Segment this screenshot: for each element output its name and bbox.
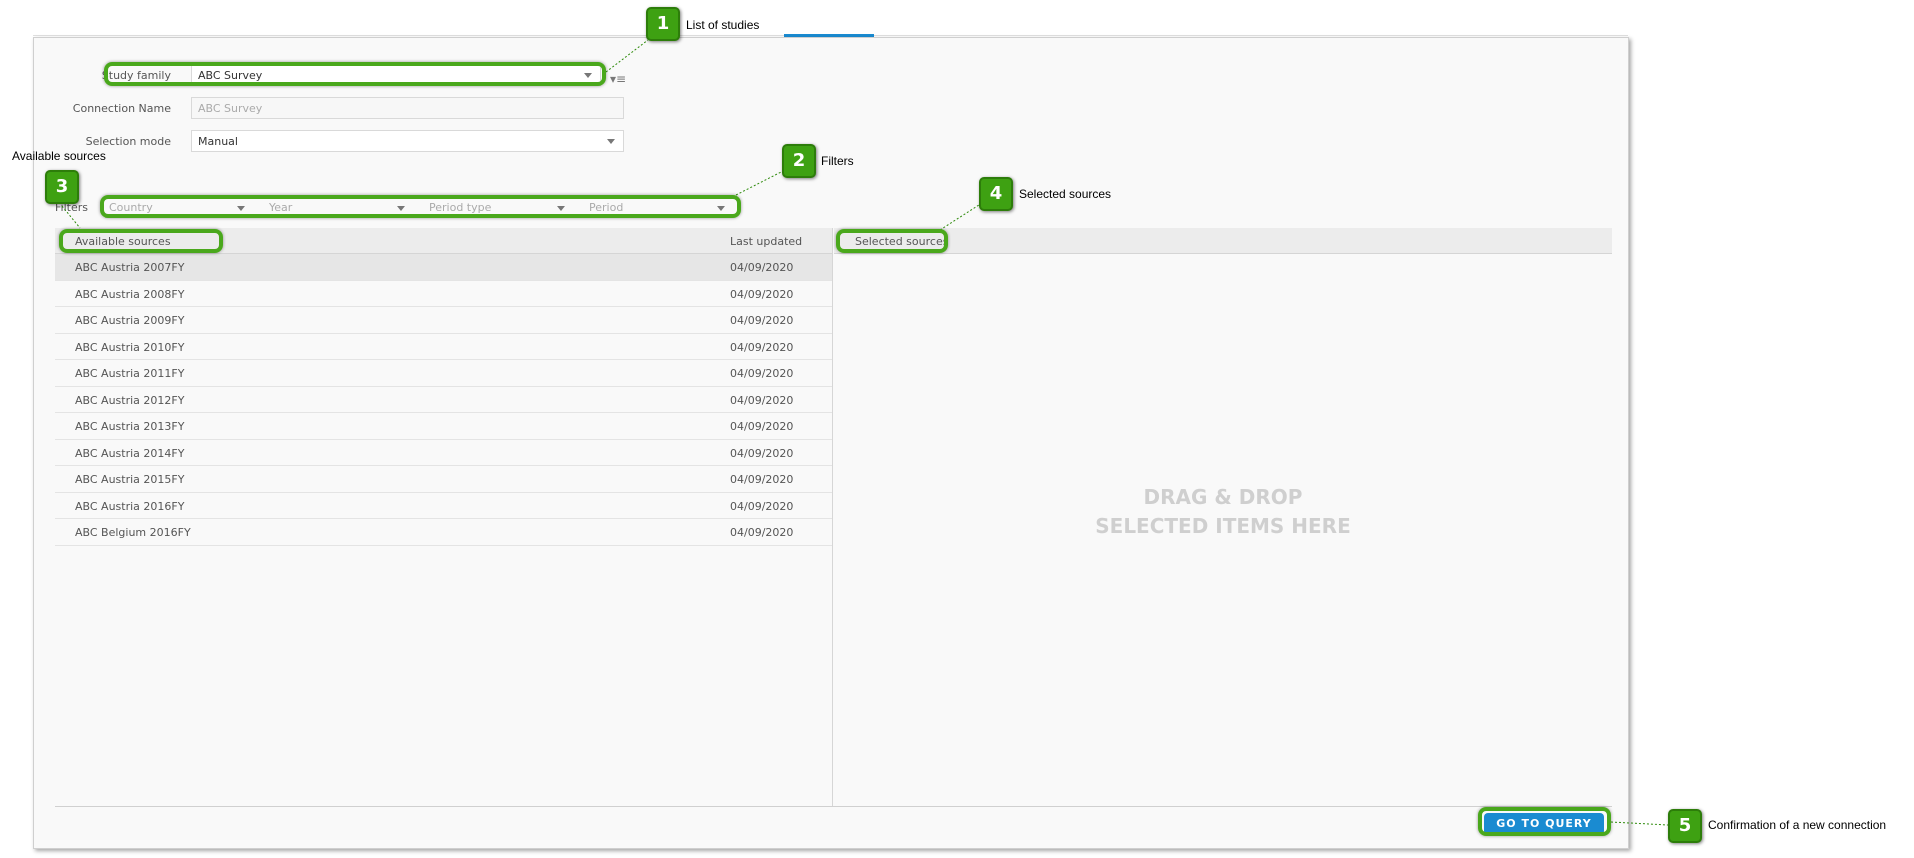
callout-text-3: Available sources <box>12 149 106 163</box>
table-row[interactable]: ABC Austria 2010FY 04/09/2020 <box>55 334 832 360</box>
last-updated-date: 04/09/2020 <box>730 287 794 301</box>
source-name: ABC Austria 2011FY <box>75 367 185 380</box>
source-name: ABC Belgium 2016FY <box>75 526 191 539</box>
source-name: ABC Austria 2010FY <box>75 340 185 354</box>
selection-mode-label: Selection mode <box>85 135 171 148</box>
source-name: ABC Austria 2008FY <box>75 287 185 301</box>
highlight-available-sources <box>59 229 223 253</box>
connection-name-input[interactable]: ABC Survey <box>191 97 624 119</box>
last-updated-date: 04/09/2020 <box>730 420 794 433</box>
highlight-filters <box>100 195 741 218</box>
selection-mode-select[interactable]: Manual <box>191 130 624 152</box>
table-row[interactable]: ABC Austria 2014FY 04/09/2020 <box>55 440 832 466</box>
chevron-down-icon <box>607 139 615 144</box>
drop-hint-line1: DRAG & DROP <box>1143 485 1303 509</box>
last-updated-date: 04/09/2020 <box>730 393 794 407</box>
table-row[interactable]: ABC Austria 2016FY 04/09/2020 <box>55 493 832 519</box>
highlight-go-to-query <box>1478 807 1611 836</box>
source-name: ABC Austria 2016FY <box>75 499 185 513</box>
source-name: ABC Austria 2009FY <box>75 314 185 327</box>
selected-sources-header: Selected sources <box>834 228 1612 254</box>
callout-text-5: Confirmation of a new connection <box>1708 818 1887 832</box>
table-row[interactable]: ABC Austria 2008FY 04/09/2020 <box>55 281 832 307</box>
available-sources-rows: ABC Austria 2007FY 04/09/2020 ABC Austria … <box>55 254 832 546</box>
source-name: ABC Austria 2007FY <box>75 261 185 274</box>
last-updated-date: 04/09/2020 <box>730 340 794 354</box>
last-updated-column-header[interactable]: Last updated <box>730 235 802 248</box>
last-updated-date: 04/09/2020 <box>730 473 794 486</box>
source-name: ABC Austria 2012FY <box>75 393 185 407</box>
last-updated-date: 04/09/2020 <box>730 446 794 460</box>
table-row[interactable]: ABC Austria 2013FY 04/09/2020 <box>55 413 832 440</box>
callout-badge-1: 1 <box>646 7 680 41</box>
last-updated-date: 04/09/2020 <box>730 314 794 327</box>
drop-zone-hint: DRAG & DROP SELECTED ITEMS HERE <box>834 483 1612 541</box>
callout-text-2: Filters <box>821 154 854 168</box>
available-sources-grid: Available sources Last updated ABC Austr… <box>55 228 833 806</box>
last-updated-date: 04/09/2020 <box>730 367 794 380</box>
table-row[interactable]: ABC Belgium 2016FY 04/09/2020 <box>55 519 832 546</box>
highlight-study-family <box>104 62 606 86</box>
connection-name-placeholder: ABC Survey <box>198 102 263 115</box>
callout-text-4: Selected sources <box>1019 187 1112 201</box>
highlight-selected-sources <box>836 229 948 253</box>
callout-badge-5: 5 <box>1668 809 1702 843</box>
footer-divider <box>55 806 1612 807</box>
source-name: ABC Austria 2013FY <box>75 420 185 433</box>
selected-sources-grid[interactable]: Selected sources DRAG & DROP SELECTED IT… <box>834 228 1612 806</box>
table-row[interactable]: ABC Austria 2012FY 04/09/2020 <box>55 387 832 413</box>
callout-badge-3: 3 <box>45 170 79 204</box>
last-updated-date: 04/09/2020 <box>730 526 794 539</box>
selection-mode-value: Manual <box>198 135 238 148</box>
last-updated-date: 04/09/2020 <box>730 261 794 274</box>
callout-text-1: List of studies <box>686 18 760 32</box>
connection-name-label: Connection Name <box>72 102 171 115</box>
list-menu-icon[interactable]: ▾≡ <box>610 72 626 86</box>
table-row[interactable]: ABC Austria 2011FY 04/09/2020 <box>55 360 832 387</box>
table-row[interactable]: ABC Austria 2007FY 04/09/2020 <box>55 254 832 281</box>
callout-badge-4: 4 <box>979 177 1013 211</box>
callout-badge-2: 2 <box>782 144 816 178</box>
source-name: ABC Austria 2015FY <box>75 473 185 486</box>
table-row[interactable]: ABC Austria 2009FY 04/09/2020 <box>55 307 832 334</box>
source-name: ABC Austria 2014FY <box>75 446 185 460</box>
last-updated-date: 04/09/2020 <box>730 499 794 513</box>
drop-hint-line2: SELECTED ITEMS HERE <box>1095 514 1351 538</box>
table-row[interactable]: ABC Austria 2015FY 04/09/2020 <box>55 466 832 493</box>
